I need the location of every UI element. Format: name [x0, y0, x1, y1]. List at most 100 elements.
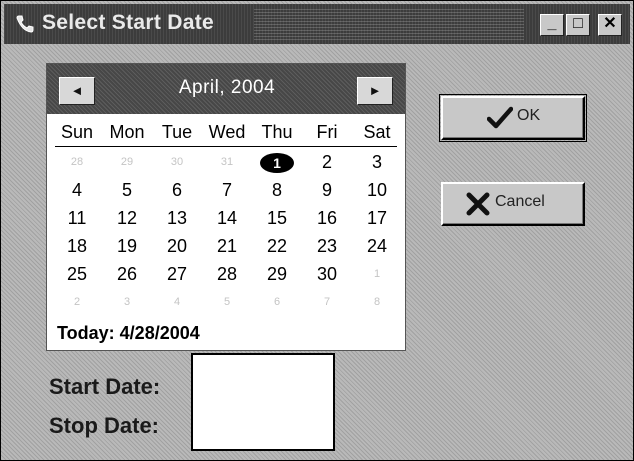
window-title: Select Start Date: [42, 11, 215, 34]
next-month-button[interactable]: ►: [357, 77, 393, 105]
minimize-button[interactable]: _: [540, 14, 564, 36]
ok-button-label: OK: [517, 107, 541, 124]
day-cell[interactable]: 8: [352, 290, 402, 314]
weekday-header-row: Sun Mon Tue Wed Thu Fri Sat: [52, 122, 402, 146]
day-cell[interactable]: 4: [152, 290, 202, 314]
day-number: 23: [316, 236, 338, 256]
day-cell[interactable]: 27: [152, 262, 202, 286]
cancel-button[interactable]: Cancel: [441, 182, 585, 226]
day-number: 20: [166, 236, 188, 256]
weekday-label: Thu: [261, 122, 293, 142]
maximize-button[interactable]: □: [566, 14, 590, 36]
day-cell[interactable]: 29: [102, 150, 152, 174]
close-button[interactable]: ✕: [598, 14, 622, 36]
day-cell[interactable]: 26: [102, 262, 152, 286]
date-value-box[interactable]: [191, 353, 335, 451]
day-number: 29: [120, 156, 134, 168]
start-date-label: Start Date:: [49, 374, 161, 399]
day-cell[interactable]: 19: [102, 234, 152, 258]
day-number: 26: [116, 264, 138, 284]
day-number: 3: [371, 152, 382, 172]
day-cell[interactable]: 15: [252, 206, 302, 230]
day-number: 13: [166, 208, 188, 228]
day-number: 10: [366, 180, 388, 200]
day-cell[interactable]: 24: [352, 234, 402, 258]
weekday-label: Tue: [161, 122, 193, 142]
day-cell[interactable]: 31: [202, 150, 252, 174]
day-number: 4: [71, 180, 82, 200]
day-number: 27: [166, 264, 188, 284]
day-number: 5: [121, 180, 132, 200]
day-cell[interactable]: 20: [152, 234, 202, 258]
day-cell[interactable]: 6: [152, 178, 202, 202]
day-cell[interactable]: 30: [152, 150, 202, 174]
day-cell[interactable]: 29: [252, 262, 302, 286]
day-cell[interactable]: 4: [52, 178, 102, 202]
day-cell[interactable]: 6: [252, 290, 302, 314]
x-mark-icon: [466, 192, 490, 216]
day-cell[interactable]: 30: [302, 262, 352, 286]
day-number: 12: [116, 208, 138, 228]
day-cell[interactable]: 22: [252, 234, 302, 258]
day-number: 3: [123, 296, 131, 308]
day-cell[interactable]: 11: [52, 206, 102, 230]
phone-icon: [16, 15, 34, 33]
day-number: 8: [271, 180, 282, 200]
stop-date-label: Stop Date:: [49, 413, 159, 438]
day-cell[interactable]: 5: [102, 178, 152, 202]
day-number: 21: [216, 236, 238, 256]
day-cell[interactable]: 2: [52, 290, 102, 314]
day-cell[interactable]: 7: [302, 290, 352, 314]
day-cell[interactable]: 28: [202, 262, 252, 286]
day-number: 2: [321, 152, 332, 172]
day-cell[interactable]: 7: [202, 178, 252, 202]
day-number: 25: [66, 264, 88, 284]
day-number: 28: [70, 156, 84, 168]
day-cell[interactable]: 3: [102, 290, 152, 314]
day-cell[interactable]: 25: [52, 262, 102, 286]
day-cell[interactable]: 1: [352, 262, 402, 286]
day-cell[interactable]: 18: [52, 234, 102, 258]
title-bar[interactable]: Select Start Date _ □ ✕: [4, 4, 630, 44]
weekday-label: Fri: [316, 122, 338, 142]
day-cell[interactable]: 3: [352, 150, 402, 174]
day-cell[interactable]: 16: [302, 206, 352, 230]
day-number: 17: [366, 208, 388, 228]
day-number: 30: [170, 156, 184, 168]
day-cell[interactable]: 1: [252, 150, 302, 174]
day-number: 5: [223, 296, 231, 308]
day-number: 18: [66, 236, 88, 256]
day-cell[interactable]: 5: [202, 290, 252, 314]
day-cell[interactable]: 17: [352, 206, 402, 230]
day-number: 14: [216, 208, 238, 228]
previous-month-button[interactable]: ◄: [59, 77, 95, 105]
day-number: 1: [373, 268, 381, 280]
day-cell[interactable]: 28: [52, 150, 102, 174]
day-cell[interactable]: 14: [202, 206, 252, 230]
day-number: 30: [316, 264, 338, 284]
day-cell[interactable]: 9: [302, 178, 352, 202]
title-bar-hatch: [254, 8, 524, 40]
day-number: 19: [116, 236, 138, 256]
day-cell[interactable]: 12: [102, 206, 152, 230]
day-cell[interactable]: 21: [202, 234, 252, 258]
day-cell[interactable]: 23: [302, 234, 352, 258]
day-number: 2: [73, 296, 81, 308]
day-number: 6: [171, 180, 182, 200]
day-cell[interactable]: 2: [302, 150, 352, 174]
today-label[interactable]: Today: 4/28/2004: [57, 323, 200, 344]
day-number: 4: [173, 296, 181, 308]
weekday-label: Mon: [109, 122, 145, 142]
weekday-label: Sun: [60, 122, 94, 142]
day-cell[interactable]: 8: [252, 178, 302, 202]
cancel-button-label: Cancel: [495, 193, 545, 210]
month-title[interactable]: April, 2004: [107, 77, 347, 99]
calendar-header: ◄ April, 2004 ►: [47, 64, 405, 114]
ok-button[interactable]: OK: [439, 94, 587, 142]
day-cell[interactable]: 10: [352, 178, 402, 202]
day-number: 28: [216, 264, 238, 284]
day-cell[interactable]: 13: [152, 206, 202, 230]
weekday-label: Sat: [363, 122, 391, 142]
day-number: 29: [266, 264, 288, 284]
select-start-date-window: Select Start Date _ □ ✕ ◄ April, 2004 ► …: [0, 0, 634, 461]
